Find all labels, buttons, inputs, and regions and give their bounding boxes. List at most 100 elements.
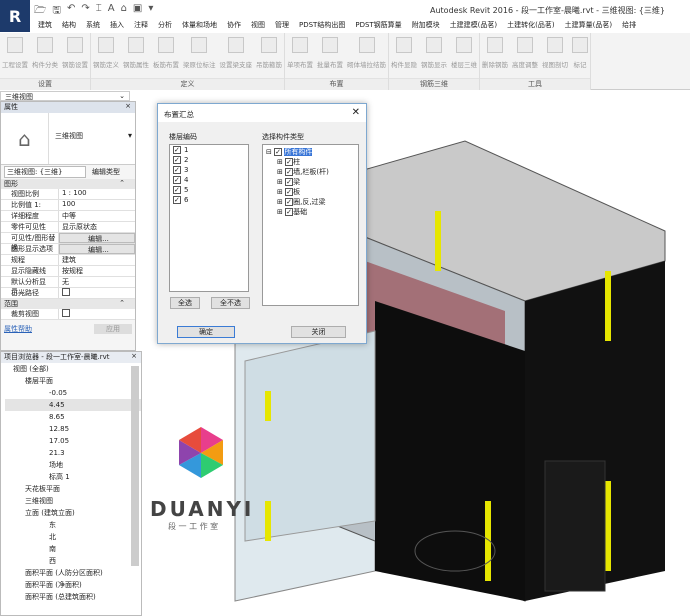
expand-icon[interactable]: ⊞ [277, 188, 283, 196]
ribbon-button[interactable]: 钢筋属性 [121, 33, 151, 78]
tree-elevation[interactable]: 西 [5, 555, 141, 567]
tab-2[interactable]: 系统 [86, 20, 100, 33]
ribbon-button[interactable]: 钢筋定义 [91, 33, 121, 78]
floor-item[interactable]: ✓ 1 [170, 145, 248, 155]
prop-value[interactable] [59, 288, 135, 298]
checkbox-checked-icon[interactable]: ✓ [173, 196, 181, 204]
prop-value[interactable]: 100 [59, 200, 135, 210]
select-all-button[interactable]: 全选 [170, 297, 200, 309]
ribbon-button[interactable]: 设置梁支座 [218, 33, 255, 78]
close-hidden-icon[interactable]: ▣ [133, 3, 142, 20]
properties-help-link[interactable]: 属性帮助 [4, 324, 32, 334]
tree-floor-plans[interactable]: 楼层平面 [5, 375, 141, 387]
tree-ceiling-plans[interactable]: 天花板平面 [5, 483, 141, 495]
checkbox-checked-icon[interactable]: ✓ [173, 156, 181, 164]
prop-value[interactable]: 1 : 100 [59, 189, 135, 199]
tab-10[interactable]: PDST结构出图 [299, 20, 345, 33]
expand-icon[interactable]: ⊞ [277, 178, 283, 186]
floor-item[interactable]: ✓ 2 [170, 155, 248, 165]
ribbon-button[interactable]: 梁原位标注 [181, 33, 218, 78]
tab-5[interactable]: 分析 [158, 20, 172, 33]
prop-value[interactable]: 建筑 [59, 255, 135, 265]
collapse-icon[interactable]: ⊟ [266, 148, 272, 156]
checkbox-checked-icon[interactable]: ✓ [274, 148, 283, 156]
ribbon-button[interactable]: 构件分类 [30, 33, 60, 78]
prop-value[interactable]: 中等 [59, 211, 135, 221]
ribbon-button[interactable]: 钢筋设置 [60, 33, 90, 78]
floor-item[interactable]: ✓ 3 [170, 165, 248, 175]
type-item[interactable]: ⊞ ✓柱 [263, 157, 358, 167]
prop-value[interactable]: 编辑... [59, 233, 135, 243]
prop-value[interactable]: 按规程 [59, 266, 135, 276]
tab-9[interactable]: 管理 [275, 20, 289, 33]
undo-icon[interactable]: ↶ [67, 3, 75, 20]
expand-icon[interactable]: ⊞ [277, 168, 283, 176]
close-icon[interactable]: × [131, 352, 137, 363]
checkbox-checked-icon[interactable]: ✓ [285, 158, 294, 166]
prop-value[interactable]: 无 [59, 277, 135, 287]
tab-13[interactable]: 土建建模(品茗) [450, 20, 497, 33]
tab-15[interactable]: 土建算量(品茗) [565, 20, 612, 33]
tree-level[interactable]: -0.05 [5, 387, 141, 399]
type-selector[interactable]: ⌂ 三维视图 ▾ [1, 113, 135, 165]
tree-area-plan[interactable]: 面积平面 (净面积) [5, 579, 141, 591]
group-extents[interactable]: 范围 [4, 299, 18, 309]
close-icon[interactable]: ✕ [352, 107, 360, 118]
text-icon[interactable]: A [108, 3, 115, 20]
tree-level[interactable]: 8.65 [5, 411, 141, 423]
tree-3d-views[interactable]: 三维视图 [5, 495, 141, 507]
select-none-button[interactable]: 全不选 [211, 297, 250, 309]
ribbon-button[interactable]: 楼层三维 [449, 33, 479, 78]
ribbon-button[interactable]: 构件显隐 [389, 33, 419, 78]
scrollbar[interactable] [131, 366, 139, 566]
ribbon-button[interactable]: 工程设置 [0, 33, 30, 78]
tree-level[interactable]: 12.85 [5, 423, 141, 435]
checkbox-checked-icon[interactable]: ✓ [285, 168, 294, 176]
checkbox-checked-icon[interactable]: ✓ [285, 208, 294, 216]
tree-area-plan[interactable]: 面积平面 (人防分区面积) [5, 567, 141, 579]
tab-14[interactable]: 土建转化(品茗) [507, 20, 554, 33]
tree-level[interactable]: 标高 1 [5, 471, 141, 483]
ok-button[interactable]: 确定 [177, 326, 235, 338]
expand-icon[interactable]: ⊞ [277, 208, 283, 216]
tree-level[interactable]: 17.05 [5, 435, 141, 447]
tree-elevation[interactable]: 南 [5, 543, 141, 555]
type-item[interactable]: ⊞ ✓梁 [263, 177, 358, 187]
tab-3[interactable]: 插入 [110, 20, 124, 33]
save-icon[interactable]: 🖫 [52, 3, 61, 20]
instance-filter[interactable]: 三维视图: {三维} [4, 166, 86, 178]
tab-7[interactable]: 协作 [227, 20, 241, 33]
ribbon-button[interactable]: 砌体墙拉结筋 [345, 33, 388, 78]
crop-view-checkbox[interactable] [62, 309, 70, 317]
tree-area-plan[interactable]: 面积平面 (总建筑面积) [5, 591, 141, 603]
prop-value[interactable]: 显示原状态 [59, 222, 135, 232]
tab-16[interactable]: 给排 [622, 20, 636, 33]
checkbox-checked-icon[interactable]: ✓ [285, 178, 294, 186]
tree-elevation[interactable]: 东 [5, 519, 141, 531]
floor-item[interactable]: ✓ 5 [170, 185, 248, 195]
tab-11[interactable]: PDST钢筋算量 [355, 20, 401, 33]
expand-icon[interactable]: ⊞ [277, 158, 283, 166]
ribbon-button[interactable]: 吊筋箍筋 [254, 33, 284, 78]
type-item[interactable]: ⊞ ✓板 [263, 187, 358, 197]
tab-4[interactable]: 注释 [134, 20, 148, 33]
redo-icon[interactable]: ↷ [81, 3, 89, 20]
view-selector[interactable]: 三维视图 ⌄ [0, 91, 130, 101]
tab-8[interactable]: 视图 [251, 20, 265, 33]
group-graphics[interactable]: 图形 [4, 179, 18, 189]
checkbox-checked-icon[interactable]: ✓ [173, 186, 181, 194]
ribbon-button[interactable]: 高度调整 [510, 33, 540, 78]
open-icon[interactable]: 🗁 [34, 3, 46, 20]
tab-0[interactable]: 建筑 [38, 20, 52, 33]
prop-value[interactable]: 编辑... [59, 244, 135, 254]
ribbon-button[interactable]: 钢筋显示 [419, 33, 449, 78]
checkbox[interactable] [62, 288, 70, 296]
edit-type-button[interactable]: 编辑类型 [92, 167, 120, 177]
checkbox-checked-icon[interactable]: ✓ [173, 176, 181, 184]
tab-1[interactable]: 结构 [62, 20, 76, 33]
checkbox-checked-icon[interactable]: ✓ [173, 166, 181, 174]
tab-12[interactable]: 附加模块 [412, 20, 440, 33]
ribbon-button[interactable]: 批量布置 [315, 33, 345, 78]
close-icon[interactable]: × [125, 102, 131, 113]
measure-icon[interactable]: ⌶ [96, 3, 102, 20]
